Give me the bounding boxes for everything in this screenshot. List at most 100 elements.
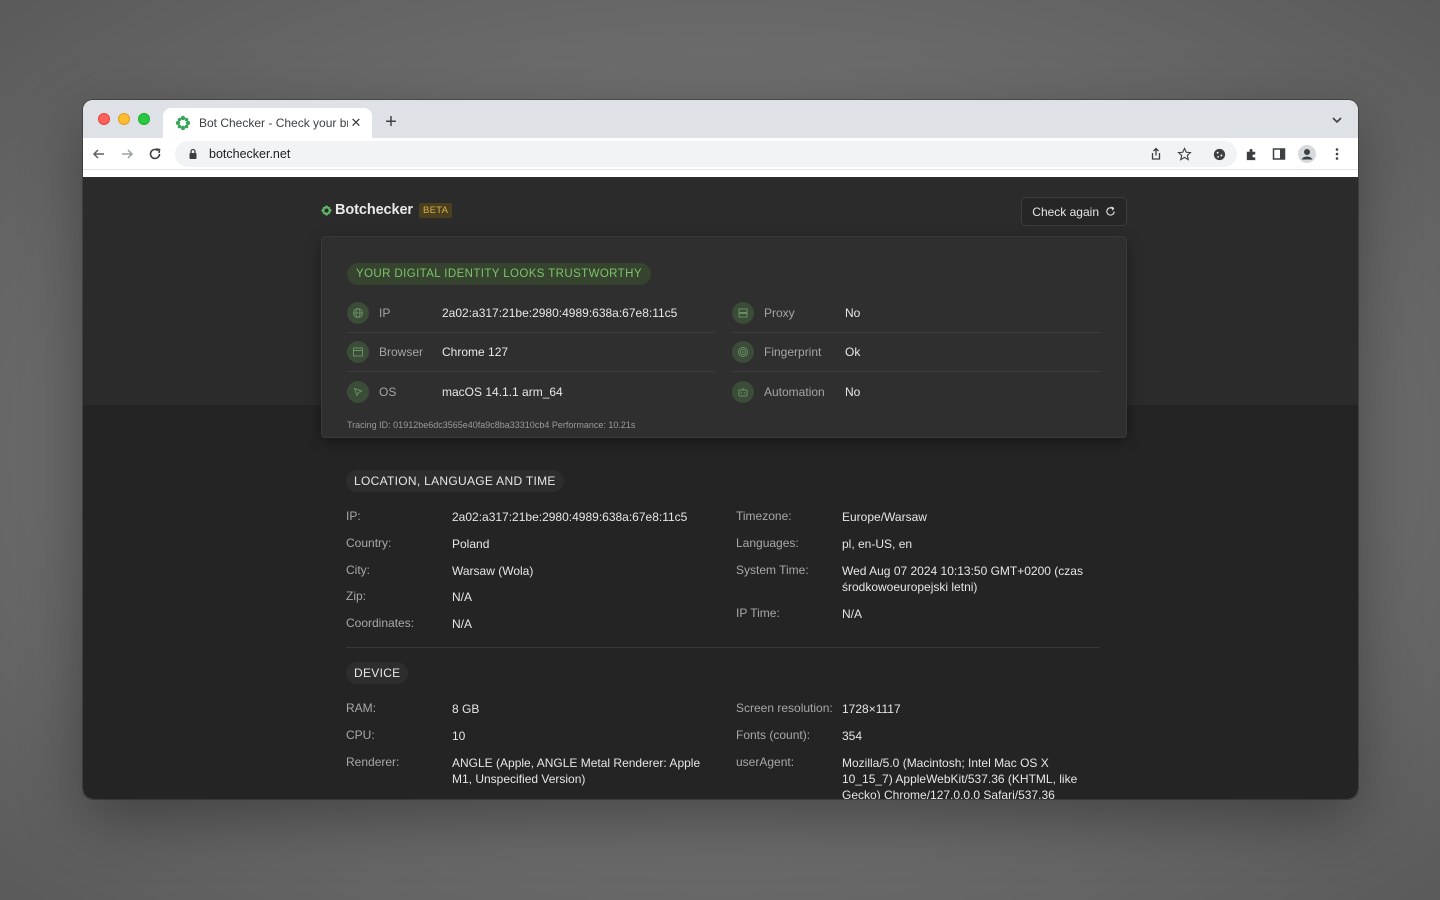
server-icon <box>732 302 754 324</box>
device-label-user-agent: userAgent: <box>736 755 795 769</box>
summary-row-ip: IP 2a02:a317:21be:2980:4989:638a:67e8:11… <box>347 294 715 333</box>
cursor-icon <box>347 380 369 403</box>
maximize-window-button[interactable] <box>138 113 150 125</box>
summary-value: Ok <box>845 345 861 359</box>
url-text: botchecker.net <box>209 147 291 161</box>
tab-title: Bot Checker - Check your br <box>199 116 348 130</box>
bookmark-button[interactable] <box>1175 145 1193 163</box>
tracing-info: Tracing ID: 01912be6dc3565e40fa9c8ba3331… <box>347 420 636 430</box>
browser-window: Bot Checker - Check your br ✕ + botcheck… <box>83 100 1358 799</box>
location-value-timezone: Europe/Warsaw <box>842 510 927 524</box>
share-button[interactable] <box>1147 145 1165 163</box>
robot-icon <box>732 380 754 403</box>
section-title-device: DEVICE <box>346 662 409 684</box>
location-label-country: Country: <box>346 536 392 550</box>
reload-button[interactable] <box>146 145 164 163</box>
address-bar[interactable]: botchecker.net <box>175 141 1237 167</box>
device-value-renderer: ANGLE (Apple, ANGLE Metal Renderer: Appl… <box>452 756 701 786</box>
browser-window-icon <box>347 341 369 363</box>
summary-value: No <box>845 384 861 399</box>
side-panel-button[interactable] <box>1270 145 1288 163</box>
new-tab-button[interactable]: + <box>381 112 401 132</box>
check-again-button[interactable]: Check again <box>1021 197 1127 226</box>
device-value-cpu: 10 <box>452 729 466 743</box>
botchecker-favicon-icon <box>175 115 191 131</box>
location-value-languages: pl, en-US, en <box>842 537 913 551</box>
location-value-city: Warsaw (Wola) <box>452 564 534 578</box>
summary-label: Fingerprint <box>764 345 822 359</box>
back-arrow-icon <box>92 149 104 159</box>
close-tab-icon[interactable]: ✕ <box>348 115 364 131</box>
location-label-ip-time: IP Time: <box>736 606 780 620</box>
globe-icon <box>347 302 369 324</box>
device-value-user-agent: Mozilla/5.0 (Macintosh; Intel Mac OS X 1… <box>842 756 1078 799</box>
window-controls <box>98 113 150 125</box>
summary-row-fingerprint: Fingerprint Ok <box>732 333 1101 372</box>
device-label-fonts: Fonts (count): <box>736 728 811 742</box>
brand[interactable]: Botchecker BETA <box>321 202 453 218</box>
location-value-ip: 2a02:a317:21be:2980:4989:638a:67e8:11c5 <box>452 510 688 524</box>
device-value-ram: 8 GB <box>452 702 480 716</box>
share-icon <box>1151 147 1161 160</box>
location-label-system-time: System Time: <box>736 563 809 577</box>
summary-label: OS <box>379 384 397 399</box>
kebab-menu-icon <box>1335 148 1339 160</box>
summary-label: Browser <box>379 345 424 359</box>
forward-arrow-icon <box>122 149 134 159</box>
location-label-zip: Zip: <box>346 589 367 603</box>
puzzle-piece-icon <box>1246 148 1255 160</box>
site-header: Botchecker BETA Check again <box>321 197 1127 227</box>
location-value-zip: N/A <box>452 590 473 604</box>
summary-value: 2a02:a317:21be:2980:4989:638a:67e8:11c5 <box>442 306 678 320</box>
device-label-ram: RAM: <box>346 701 376 715</box>
close-window-button[interactable] <box>98 113 110 125</box>
trust-status-badge: YOUR DIGITAL IDENTITY LOOKS TRUSTWORTHY <box>347 263 651 285</box>
location-label-city: City: <box>346 563 370 577</box>
extension-cookie-button[interactable] <box>1210 145 1228 163</box>
device-label-screen-resolution: Screen resolution: <box>736 701 833 715</box>
device-value-fonts: 354 <box>842 729 863 743</box>
summary-row-proxy: Proxy No <box>732 294 1101 333</box>
location-value-system-time: Wed Aug 07 2024 10:13:50 GMT+0200 (czas … <box>842 564 1083 594</box>
star-icon <box>1176 146 1192 161</box>
refresh-icon <box>1106 206 1115 216</box>
location-label-languages: Languages: <box>736 536 799 550</box>
lock-icon[interactable] <box>187 148 199 160</box>
forward-button[interactable] <box>118 145 136 163</box>
device-value-screen-resolution: 1728×1117 <box>842 702 901 716</box>
identity-summary-card: YOUR DIGITAL IDENTITY LOOKS TRUSTWORTHY … <box>321 236 1127 438</box>
check-again-label: Check again <box>1032 204 1099 219</box>
extensions-button[interactable] <box>1242 145 1260 163</box>
summary-value: No <box>845 306 861 320</box>
profile-avatar-icon <box>1298 145 1316 163</box>
location-value-ip-time: N/A <box>842 607 863 621</box>
device-label-cpu: CPU: <box>346 728 375 742</box>
fingerprint-icon <box>732 341 754 363</box>
location-value-country: Poland <box>452 537 490 551</box>
location-label-coordinates: Coordinates: <box>346 616 415 630</box>
location-label-ip: IP: <box>346 509 361 523</box>
browser-toolbar: botchecker.net <box>83 138 1358 170</box>
minimize-window-button[interactable] <box>118 113 130 125</box>
tab-strip: Bot Checker - Check your br ✕ + <box>83 100 1358 138</box>
section-divider <box>346 647 1100 648</box>
summary-row-browser: Browser Chrome 127 <box>347 333 715 372</box>
location-label-timezone: Timezone: <box>736 509 792 523</box>
side-panel-icon <box>1272 148 1286 160</box>
tab-search-chevron-icon[interactable] <box>1330 113 1344 127</box>
page-content: Botchecker BETA Check again YOUR DIGITAL… <box>83 177 1358 799</box>
profile-button[interactable] <box>1298 145 1316 163</box>
reload-icon <box>149 148 161 160</box>
summary-label: Automation <box>764 384 825 399</box>
tab-botchecker[interactable]: Bot Checker - Check your br ✕ <box>163 108 372 138</box>
summary-row-os: OS macOS 14.1.1 arm_64 <box>347 372 715 411</box>
summary-value: macOS 14.1.1 arm_64 <box>442 384 563 399</box>
browser-menu-button[interactable] <box>1328 145 1346 163</box>
desktop-background: Bot Checker - Check your br ✕ + botcheck… <box>0 0 1440 900</box>
device-label-renderer: Renderer: <box>346 755 400 769</box>
location-value-coordinates: N/A <box>452 617 473 631</box>
main-container: Botchecker BETA Check again YOUR DIGITAL… <box>321 177 1127 799</box>
botchecker-logo-icon <box>321 204 332 216</box>
back-button[interactable] <box>90 145 108 163</box>
cookie-icon <box>1213 148 1225 160</box>
